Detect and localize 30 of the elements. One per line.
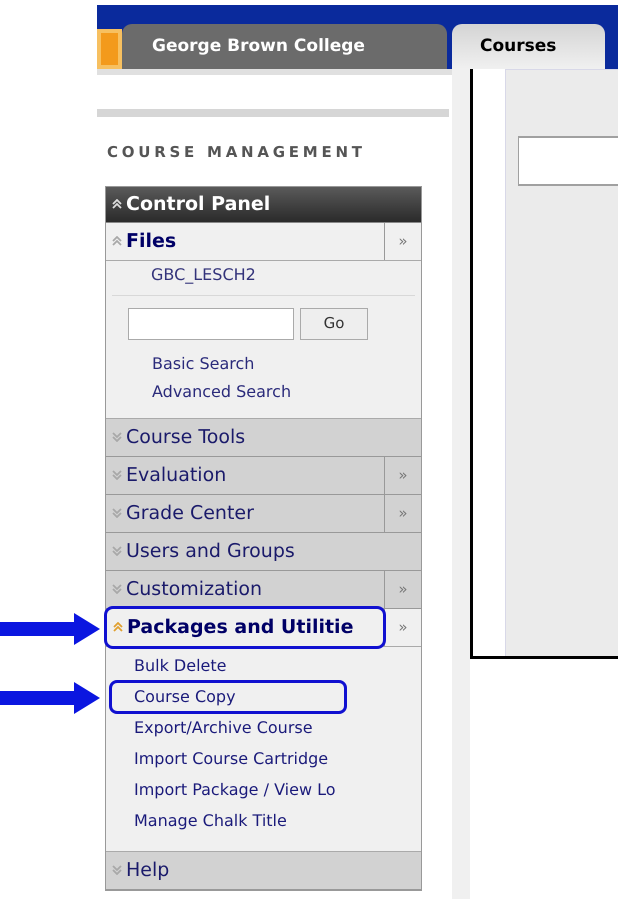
search-field[interactable] [128,308,294,340]
menu-item[interactable]: Customization [106,570,384,608]
logo-icon [97,29,122,69]
menu-item[interactable]: Help [106,852,421,888]
menu-link[interactable]: Course Copy [112,683,344,711]
arrow-icon [0,682,100,714]
arrow-icon [0,612,100,644]
menu-item[interactable]: Grade Center [106,494,384,532]
more-link[interactable]: » [398,616,408,638]
panel-header[interactable]: Control Panel [106,186,421,222]
menu-link[interactable]: Import Package / View Lo [134,776,336,804]
menu-item[interactable]: Course Tools [106,418,421,456]
menu-link[interactable]: Import Course Cartridge [134,745,328,773]
panel-title: Control Panel [126,192,270,217]
menu-link[interactable]: Bulk Delete [134,652,226,680]
menu-item[interactable]: Evaluation [106,456,384,494]
folder-link[interactable]: GBC_LESCH2 [106,260,421,286]
menu-item[interactable]: Users and Groups [106,532,421,570]
tab[interactable]: Courses [452,24,605,69]
tab[interactable]: George Brown College [122,24,447,69]
input-field[interactable] [518,136,618,186]
go-button[interactable]: Go [300,308,368,340]
menu-item[interactable]: Packages and Utilitie [107,608,383,646]
search-link[interactable]: Basic Search [152,352,254,376]
more-link[interactable]: » [398,230,408,252]
search-link[interactable]: Advanced Search [152,380,292,404]
section-title: COURSE MANAGEMENT [107,142,367,163]
menu-item[interactable]: Files [106,222,384,260]
menu-link[interactable]: Export/Archive Course [134,714,313,742]
menu-link[interactable]: Manage Chalk Title [134,807,287,835]
